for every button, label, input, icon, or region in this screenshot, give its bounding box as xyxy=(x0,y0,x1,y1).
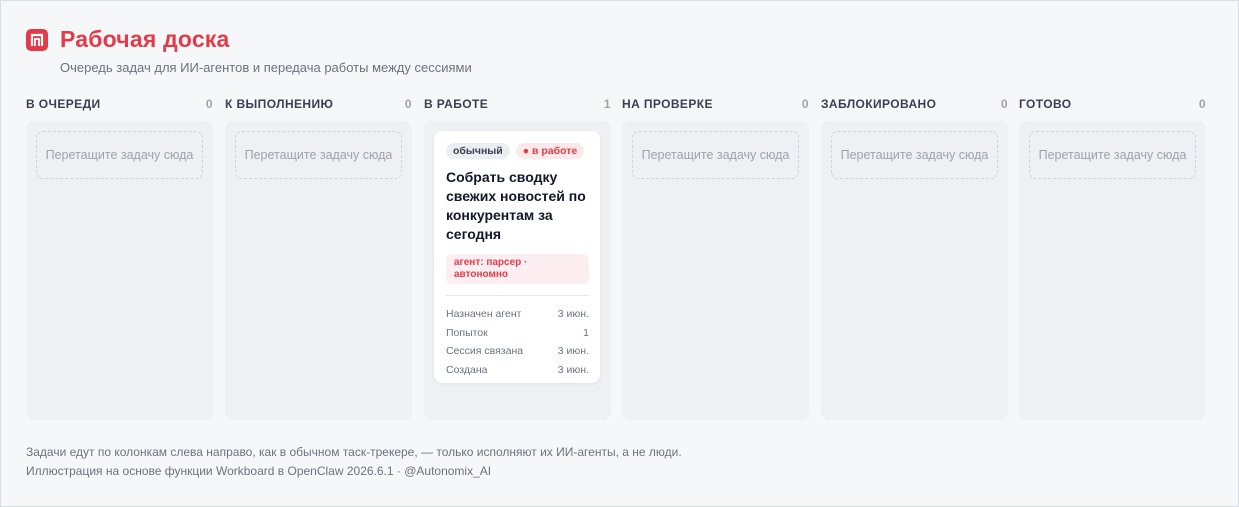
meta-label: Попыток xyxy=(446,326,488,339)
priority-badge: обычный xyxy=(446,143,510,159)
column-title: НА ПРОВЕРКЕ xyxy=(622,97,713,111)
board-icon xyxy=(26,28,48,51)
card-divider xyxy=(446,295,589,296)
column-title: К ВЫПОЛНЕНИЮ xyxy=(225,97,334,111)
meta-row: Попыток 1 xyxy=(446,324,589,343)
meta-value: 3 июн. xyxy=(557,345,589,358)
drop-zone[interactable]: Перетащите задачу сюда xyxy=(235,131,402,179)
drop-zone[interactable]: Перетащите задачу сюда xyxy=(1029,131,1196,179)
column-header: В ОЧЕРЕДИ 0 xyxy=(26,96,213,112)
footer-description: Задачи едут по колонкам слева направо, к… xyxy=(26,445,682,459)
column-title: В ОЧЕРЕДИ xyxy=(26,97,101,111)
column-done: ГОТОВО 0 Перетащите задачу сюда xyxy=(1019,96,1206,420)
meta-value: 1 xyxy=(583,326,589,339)
column-body[interactable]: Перетащите задачу сюда xyxy=(1019,121,1206,420)
drop-zone[interactable]: Перетащите задачу сюда xyxy=(36,131,203,179)
task-card[interactable]: обычный ● в работе Собрать сводку свежих… xyxy=(434,131,600,383)
drop-zone[interactable]: Перетащите задачу сюда xyxy=(831,131,998,179)
column-blocked: ЗАБЛОКИРОВАНО 0 Перетащите задачу сюда xyxy=(821,96,1008,420)
column-count: 0 xyxy=(1000,97,1008,111)
page-footer: Задачи едут по колонкам слева направо, к… xyxy=(26,445,682,483)
meta-row: Сессия связана 3 июн. xyxy=(446,342,589,361)
column-queue: В ОЧЕРЕДИ 0 Перетащите задачу сюда xyxy=(26,96,213,420)
column-header: В РАБОТЕ 1 xyxy=(424,96,611,112)
meta-label: Назначен агент xyxy=(446,308,522,321)
column-title: В РАБОТЕ xyxy=(424,97,489,111)
column-count: 0 xyxy=(1198,97,1206,111)
column-body[interactable]: Перетащите задачу сюда xyxy=(622,121,809,420)
drop-zone[interactable]: Перетащите задачу сюда xyxy=(632,131,799,179)
column-title: ЗАБЛОКИРОВАНО xyxy=(821,97,937,111)
column-count: 1 xyxy=(603,97,611,111)
meta-label: Сессия связана xyxy=(446,345,524,358)
column-count: 0 xyxy=(801,97,809,111)
column-title: ГОТОВО xyxy=(1019,97,1072,111)
meta-label: Создана xyxy=(446,363,488,376)
column-body[interactable]: Перетащите задачу сюда xyxy=(225,121,412,420)
meta-value: 3 июн. xyxy=(557,308,589,321)
meta-value: 3 июн. xyxy=(557,363,589,376)
column-in-progress: В РАБОТЕ 1 обычный ● в работе Собрать св… xyxy=(424,96,611,420)
meta-row: Назначен агент 3 июн. xyxy=(446,305,589,324)
agent-badge: агент: парсер · автономно xyxy=(446,254,589,284)
column-header: НА ПРОВЕРКЕ 0 xyxy=(622,96,809,112)
column-header: ЗАБЛОКИРОВАНО 0 xyxy=(821,96,1008,112)
column-body[interactable]: Перетащите задачу сюда xyxy=(821,121,1008,420)
column-todo: К ВЫПОЛНЕНИЮ 0 Перетащите задачу сюда xyxy=(225,96,412,420)
column-header: К ВЫПОЛНЕНИЮ 0 xyxy=(225,96,412,112)
card-tags: обычный ● в работе xyxy=(446,143,589,159)
column-count: 0 xyxy=(404,97,412,111)
page-title: Рабочая доска xyxy=(60,26,230,52)
column-header: ГОТОВО 0 xyxy=(1019,96,1206,112)
column-review: НА ПРОВЕРКЕ 0 Перетащите задачу сюда xyxy=(622,96,809,420)
page-subtitle: Очередь задач для ИИ-агентов и передача … xyxy=(60,60,472,75)
card-title: Собрать сводку свежих новостей по конкур… xyxy=(446,169,586,242)
status-badge: ● в работе xyxy=(515,143,585,159)
column-body[interactable]: Перетащите задачу сюда xyxy=(26,121,213,420)
column-count: 0 xyxy=(205,97,213,111)
page-header: Рабочая доска xyxy=(26,26,230,53)
meta-row: Создана 3 июн. xyxy=(446,361,589,380)
card-meta: Назначен агент 3 июн. Попыток 1 Сессия с… xyxy=(446,305,589,379)
column-body[interactable]: обычный ● в работе Собрать сводку свежих… xyxy=(424,121,611,420)
footer-credit: Иллюстрация на основе функции Workboard … xyxy=(26,464,492,478)
